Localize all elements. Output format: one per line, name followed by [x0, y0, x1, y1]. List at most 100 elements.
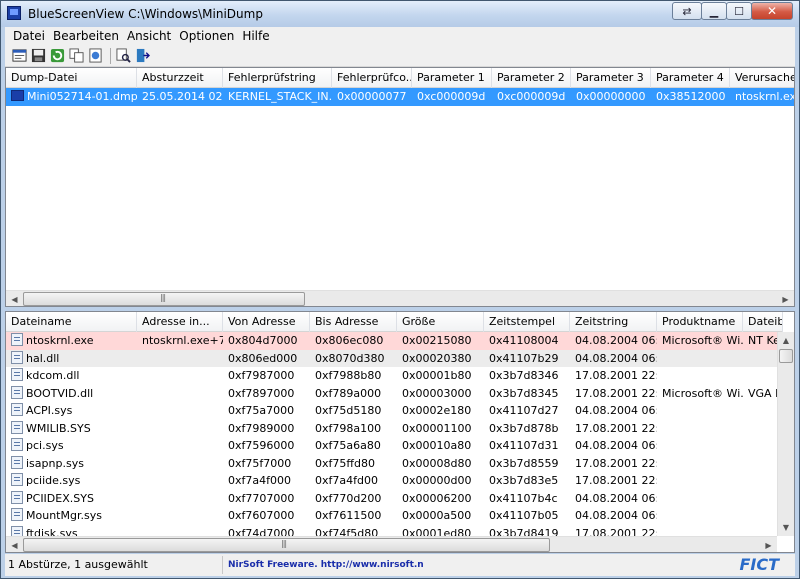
top-header-6[interactable]: Parameter 3 — [571, 68, 651, 88]
table-cell: 0x41107b29 — [484, 350, 570, 367]
bottom-header-4[interactable]: Größe — [397, 312, 484, 332]
scroll-up-arrow[interactable]: ▲ — [778, 332, 794, 349]
table-cell — [137, 367, 223, 384]
menu-bearbeiten[interactable]: Bearbeiten — [49, 29, 123, 43]
file-name-cell: isapnp.sys — [6, 455, 137, 472]
save-icon[interactable] — [30, 48, 46, 64]
table-row[interactable]: pciide.sys 0xf7a4f000 0xf7a4fd00 0x00000d00… — [6, 472, 783, 490]
close-button[interactable]: ✕ — [751, 2, 793, 20]
table-cell: 0xf75d5180 — [310, 402, 397, 419]
table-cell: 0xc000009d — [412, 88, 492, 105]
driver-list-hscrollbar[interactable]: ◀ ||| ▶ — [6, 536, 777, 552]
bottom-header-3[interactable]: Bis Adresse — [310, 312, 397, 332]
properties-icon[interactable] — [11, 48, 27, 64]
table-cell: 0xf7897000 — [223, 385, 310, 402]
table-cell: 0x38512000 — [651, 88, 730, 105]
app-window: BlueScreenView C:\Windows\MiniDump ⇄ ▁ ☐… — [0, 0, 800, 579]
table-cell: 0x41107d31 — [484, 437, 570, 454]
scroll-right-arrow[interactable]: ▶ — [777, 291, 794, 306]
file-icon — [11, 368, 23, 381]
cell-text: 0xf75f7000 — [228, 456, 292, 470]
scroll-down-arrow[interactable]: ▼ — [778, 519, 794, 536]
copy-icon[interactable] — [68, 48, 84, 64]
bottom-header-8[interactable]: Dateib — [743, 312, 783, 332]
scroll-left-arrow[interactable]: ◀ — [6, 537, 23, 552]
table-row[interactable]: WMILIB.SYS 0xf7989000 0xf798a100 0x00001100… — [6, 420, 783, 438]
top-header-4[interactable]: Parameter 1 — [412, 68, 492, 88]
menu-hilfe[interactable]: Hilfe — [238, 29, 273, 43]
scroll-right-arrow[interactable]: ▶ — [760, 537, 777, 552]
top-header-7[interactable]: Parameter 4 — [651, 68, 730, 88]
table-cell: 0xf7988b80 — [310, 367, 397, 384]
table-row[interactable]: pci.sys 0xf7596000 0xf75a6a80 0x00010a80 0x4… — [6, 437, 783, 455]
bottom-header-5[interactable]: Zeitstempel — [484, 312, 570, 332]
cell-text: 0x00000077 — [337, 90, 407, 103]
crash-list-hscrollbar[interactable]: ◀ ||| ▶ — [6, 290, 794, 306]
cell-text: 0x3b7d8559 — [489, 456, 559, 470]
top-header-2[interactable]: Fehlerprüfstring — [223, 68, 332, 88]
exit-icon[interactable] — [134, 48, 150, 64]
toolbar — [5, 45, 795, 67]
cell-text: 25.05.2014 02:... — [142, 90, 223, 103]
top-header-1[interactable]: Absturzzeit — [137, 68, 223, 88]
cell-text: 0x00006200 — [402, 491, 472, 505]
table-row[interactable]: Mini052714-01.dmp 25.05.2014 02:... KERNEL… — [6, 88, 794, 106]
menu-ansicht[interactable]: Ansicht — [123, 29, 175, 43]
cell-text: PCIIDEX.SYS — [26, 491, 94, 505]
table-row[interactable]: kdcom.dll 0xf7987000 0xf7988b80 0x00001b80 0… — [6, 367, 783, 385]
table-row[interactable]: PCIIDEX.SYS 0xf7707000 0xf770d200 0x0000620… — [6, 490, 783, 508]
scroll-left-arrow[interactable]: ◀ — [6, 291, 23, 306]
cell-text: 0xf7987000 — [228, 369, 295, 382]
file-icon — [11, 490, 23, 504]
table-row[interactable]: ACPI.sys 0xf75a7000 0xf75d5180 0x0002e180 0x… — [6, 402, 783, 420]
menu-optionen[interactable]: Optionen — [175, 29, 238, 43]
table-cell: 0x0000a500 — [397, 507, 484, 524]
table-row[interactable]: ntoskrnl.exe ntoskrnl.exe+7... 0x804d7000 0… — [6, 332, 783, 350]
cell-text: WMILIB.SYS — [26, 421, 91, 435]
minimize-button[interactable]: ▁ — [701, 2, 727, 20]
table-row[interactable]: isapnp.sys 0xf75f7000 0xf75ffd80 0x00008d80… — [6, 455, 783, 473]
top-header-5[interactable]: Parameter 2 — [492, 68, 571, 88]
table-cell: 0x00001100 — [397, 420, 484, 437]
swap-icon[interactable]: ⇄ — [672, 2, 702, 20]
nirsoft-link[interactable]: NirSoft Freeware. http://www.nirsoft.net — [223, 556, 423, 574]
file-icon — [11, 403, 23, 416]
table-cell: 0xf7611500 — [310, 507, 397, 524]
maximize-button[interactable]: ☐ — [726, 2, 752, 20]
bottom-header-7[interactable]: Produktname — [657, 312, 743, 332]
bottom-header-0[interactable]: Dateiname — [6, 312, 137, 332]
table-cell: 04.08.2004 06:... — [570, 437, 657, 454]
title-bar[interactable]: BlueScreenView C:\Windows\MiniDump ⇄ ▁ ☐… — [1, 1, 799, 27]
scroll-thumb[interactable] — [779, 349, 793, 363]
table-row[interactable]: BOOTVID.dll 0xf7897000 0xf789a000 0x0000300… — [6, 385, 783, 403]
file-name-cell: BOOTVID.dll — [6, 385, 137, 402]
cell-text: 0x804d7000 — [228, 334, 298, 347]
cell-text: 0xf7988b80 — [315, 369, 382, 382]
toolbar-separator — [110, 47, 111, 64]
table-cell: 04.08.2004 06:... — [570, 350, 657, 367]
html-report-icon[interactable] — [87, 48, 103, 64]
menu-datei[interactable]: Datei — [9, 29, 49, 43]
bottom-header-6[interactable]: Zeitstring — [570, 312, 657, 332]
cell-text: 0xf75ffd80 — [315, 456, 375, 470]
top-header-3[interactable]: Fehlerprüfco... — [332, 68, 412, 88]
cell-text: 0x41107b4c — [489, 491, 558, 505]
file-name-cell: PCIIDEX.SYS — [6, 490, 137, 507]
top-header-0[interactable]: Dump-Datei — [6, 68, 137, 88]
table-row[interactable]: hal.dll 0x806ed000 0x8070d380 0x00020380 0x4… — [6, 349, 783, 367]
table-cell — [657, 490, 743, 507]
cell-text: 0xc000009d — [417, 90, 486, 103]
cell-text: 0xf75d5180 — [315, 404, 382, 417]
top-header-8[interactable]: Verursachend — [730, 68, 794, 88]
table-cell — [657, 455, 743, 472]
driver-list-vscrollbar[interactable]: ▲ ▼ — [777, 332, 794, 536]
status-count: 1 Abstürze, 1 ausgewählt — [5, 556, 223, 574]
table-row[interactable]: MountMgr.sys 0xf7607000 0xf7611500 0x0000a5… — [6, 507, 783, 525]
refresh-icon[interactable] — [49, 48, 65, 64]
scroll-thumb[interactable] — [23, 538, 550, 552]
bottom-header-1[interactable]: Adresse in... — [137, 312, 223, 332]
driver-list-pane: Dateiname Adresse in... Von Adresse Bis Adr… — [5, 311, 795, 553]
search-icon[interactable] — [115, 48, 131, 64]
cell-text: 0x00001b80 — [402, 369, 472, 382]
bottom-header-2[interactable]: Von Adresse — [223, 312, 310, 332]
